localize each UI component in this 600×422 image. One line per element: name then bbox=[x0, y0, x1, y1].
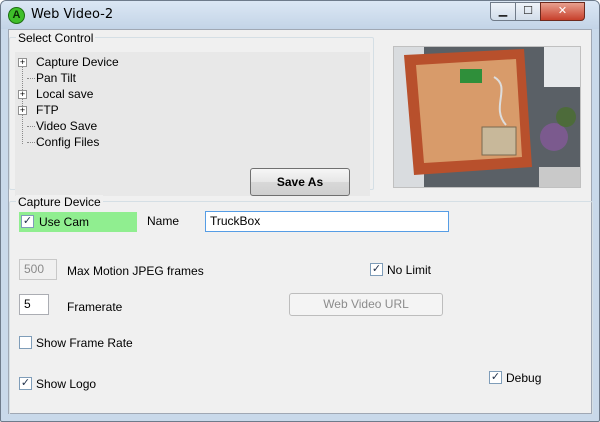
select-control-label: Select Control bbox=[16, 31, 96, 45]
tree-connector bbox=[27, 126, 35, 127]
show-frame-rate-checkbox[interactable]: Show Frame Rate bbox=[19, 335, 149, 351]
tree-item-label: Video Save bbox=[36, 119, 98, 133]
camera-preview-graphic bbox=[394, 47, 580, 187]
no-limit-label: No Limit bbox=[387, 263, 432, 277]
use-cam-checkbox[interactable]: ✓ Use Cam bbox=[19, 212, 137, 232]
window-title: Web Video-2 bbox=[31, 7, 114, 22]
expand-icon[interactable]: + bbox=[18, 58, 27, 67]
show-frame-rate-label: Show Frame Rate bbox=[36, 336, 133, 350]
tree-item-label: Config Files bbox=[36, 135, 100, 149]
client-area: + Capture Device Pan Tilt + Local save +… bbox=[8, 29, 593, 415]
max-frames-input[interactable]: 500 bbox=[19, 259, 57, 280]
capture-device-label: Capture Device bbox=[16, 195, 103, 209]
minimize-button[interactable]: ▁ bbox=[490, 2, 516, 21]
control-tree[interactable]: + Capture Device Pan Tilt + Local save +… bbox=[15, 52, 370, 196]
tree-item-label: Pan Tilt bbox=[36, 71, 77, 85]
show-logo-check-box[interactable]: ✓ bbox=[19, 377, 32, 390]
tree-item-label: Capture Device bbox=[36, 55, 119, 69]
save-as-button[interactable]: Save As bbox=[250, 168, 350, 196]
debug-checkbox[interactable]: ✓ Debug bbox=[489, 370, 569, 386]
maximize-button[interactable]: ☐ bbox=[515, 2, 541, 21]
name-label: Name bbox=[147, 214, 180, 228]
use-cam-label: Use Cam bbox=[39, 215, 90, 229]
framerate-label: Framerate bbox=[67, 300, 123, 314]
show-logo-checkbox[interactable]: ✓ Show Logo bbox=[19, 376, 119, 392]
web-video-url-button[interactable]: Web Video URL bbox=[289, 293, 443, 316]
show-logo-label: Show Logo bbox=[36, 377, 97, 391]
use-cam-check-box[interactable]: ✓ bbox=[21, 215, 34, 228]
title-bar[interactable]: A Web Video-2 ▁ ☐ ✕ bbox=[1, 1, 599, 29]
app-window: A Web Video-2 ▁ ☐ ✕ + Capture Device Pan… bbox=[0, 0, 600, 422]
debug-check-box[interactable]: ✓ bbox=[489, 371, 502, 384]
no-limit-checkbox[interactable]: ✓ No Limit bbox=[370, 262, 460, 278]
tree-item-label: FTP bbox=[36, 103, 59, 117]
expand-icon[interactable]: + bbox=[18, 106, 27, 115]
name-input[interactable]: TruckBox bbox=[205, 211, 449, 232]
camera-preview-image bbox=[393, 46, 581, 188]
max-frames-label: Max Motion JPEG frames bbox=[67, 264, 204, 278]
framerate-input[interactable]: 5 bbox=[19, 294, 49, 315]
tree-connector bbox=[27, 142, 35, 143]
close-button[interactable]: ✕ bbox=[540, 2, 585, 21]
app-logo-icon: A bbox=[8, 7, 25, 24]
tree-connector bbox=[27, 78, 35, 79]
select-control-group: + Capture Device Pan Tilt + Local save +… bbox=[9, 37, 374, 196]
no-limit-check-box[interactable]: ✓ bbox=[370, 263, 383, 276]
expand-icon[interactable]: + bbox=[18, 90, 27, 99]
debug-label: Debug bbox=[506, 371, 542, 385]
tree-item-label: Local save bbox=[36, 87, 94, 101]
tree-connector-line bbox=[22, 62, 23, 144]
show-frame-rate-check-box[interactable] bbox=[19, 336, 32, 349]
